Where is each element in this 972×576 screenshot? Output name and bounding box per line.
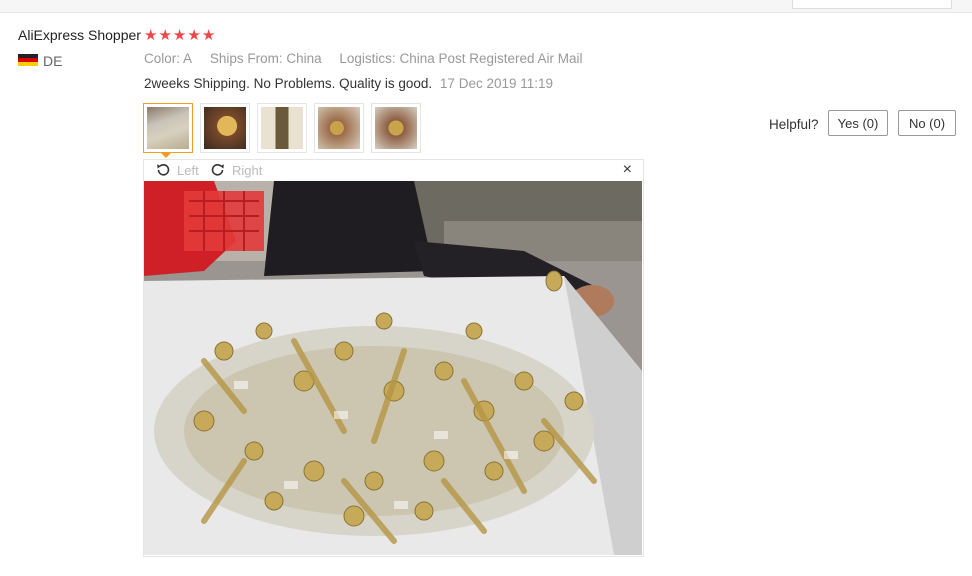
- close-icon[interactable]: ×: [623, 161, 632, 179]
- viewer-toolbar: Left Right ×: [144, 160, 643, 181]
- ships-from-value: China: [286, 51, 322, 66]
- selected-thumbnail-caret: [161, 153, 171, 158]
- star-icon: ★: [158, 27, 172, 44]
- logistics-value: China Post Registered Air Mail: [399, 51, 583, 66]
- rating-stars: ★★★★★: [144, 26, 216, 44]
- color-value: A: [183, 51, 193, 66]
- sort-dropdown[interactable]: [792, 0, 952, 9]
- country-code: DE: [43, 53, 63, 69]
- star-icon: ★: [172, 27, 187, 44]
- review-thumbnail[interactable]: [143, 103, 193, 153]
- review-thumbnail[interactable]: [371, 103, 421, 153]
- logistics-label: Logistics:: [339, 51, 396, 66]
- germany-flag-icon: [18, 54, 38, 66]
- buyer-name: AliExpress Shopper: [18, 27, 141, 43]
- review-text: 2weeks Shipping. No Problems. Quality is…: [144, 76, 433, 91]
- color-label: Color:: [144, 51, 181, 66]
- helpful-label: Helpful?: [769, 117, 819, 132]
- review-body: 2weeks Shipping. No Problems. Quality is…: [144, 76, 553, 91]
- rotate-left-icon: [157, 163, 170, 176]
- review-thumbnail[interactable]: [257, 103, 307, 153]
- review-thumbnail[interactable]: [200, 103, 250, 153]
- rotate-right-button[interactable]: Right: [210, 162, 262, 178]
- star-icon: ★: [144, 27, 158, 44]
- review-photo-image: [144, 181, 642, 555]
- helpful-no-button[interactable]: No (0): [898, 110, 956, 136]
- review-thumbnail[interactable]: [314, 103, 364, 153]
- review-thumbnails: [143, 103, 421, 153]
- ships-from-label: Ships From:: [209, 51, 283, 66]
- rotate-right-icon: [211, 163, 224, 176]
- image-viewer: Left Right ×: [143, 159, 644, 557]
- rotate-left-label: Left: [177, 162, 199, 178]
- helpful-yes-button[interactable]: Yes (0): [828, 110, 888, 136]
- review-meta: Color: A Ships From: China Logistics: Ch…: [144, 51, 597, 66]
- review-date: 17 Dec 2019 11:19: [439, 76, 554, 91]
- star-icon: ★: [187, 27, 201, 44]
- top-bar: [0, 0, 972, 13]
- star-icon: ★: [201, 27, 216, 44]
- rotate-left-button[interactable]: Left: [155, 162, 199, 178]
- rotate-right-label: Right: [232, 162, 263, 178]
- review-photo: [144, 181, 642, 555]
